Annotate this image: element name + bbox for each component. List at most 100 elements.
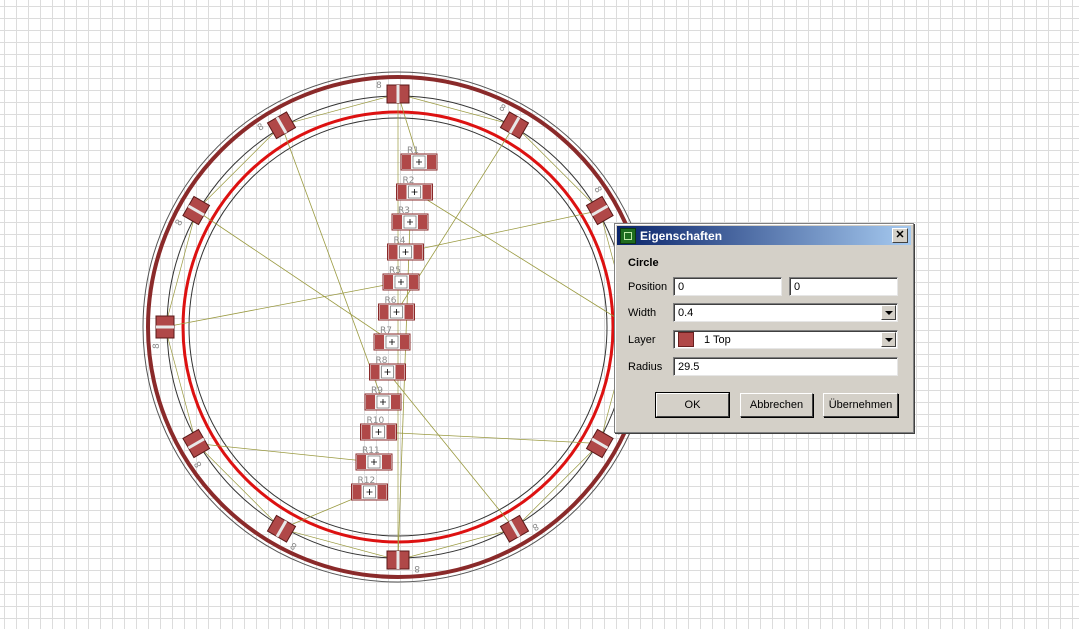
apply-button[interactable]: Übernehmen — [823, 393, 898, 417]
led-divider — [396, 551, 400, 569]
resistor-label: R7 — [380, 326, 392, 336]
resistor-pad-right — [404, 305, 414, 319]
resistor-r1: R1 — [400, 146, 438, 171]
resistor-pad-left — [375, 335, 384, 349]
resistor-label: R9 — [371, 386, 383, 396]
resistor-pad-left — [384, 275, 393, 289]
resistor-pad-left — [361, 425, 371, 439]
led-label: 8 — [289, 539, 299, 551]
ratsnest-line — [164, 281, 402, 328]
layer-label: Layer — [628, 334, 656, 346]
radius-label: Radius — [628, 361, 663, 373]
led-label: 8 — [591, 185, 603, 195]
pcb-icon — [620, 227, 636, 244]
resistor-pad-right — [413, 245, 423, 259]
resistor-pad-right — [418, 215, 427, 229]
resistor-label: R2 — [403, 176, 415, 186]
led-label: 8 — [497, 103, 507, 115]
resistor-label: R10 — [367, 416, 385, 426]
close-icon[interactable]: ✕ — [892, 228, 908, 243]
ok-button[interactable]: OK — [655, 392, 730, 418]
ratsnest-line — [195, 210, 393, 343]
ratsnest-line — [405, 210, 600, 253]
resistor-pad-left — [357, 455, 366, 469]
led-pad: 8 — [152, 315, 175, 349]
width-value: 0.4 — [678, 306, 694, 319]
chevron-down-icon[interactable] — [881, 305, 896, 320]
resistor-pad-left — [370, 365, 380, 379]
resistor-pad-right — [422, 185, 432, 199]
layer-value: 1 Top — [704, 333, 731, 346]
led-label: 8 — [414, 563, 420, 573]
resistor-r7: R7 — [373, 326, 411, 351]
led-label: 8 — [193, 459, 205, 469]
resistor-r5: R5 — [382, 266, 420, 291]
resistor-pad-right — [395, 365, 405, 379]
led-label: 8 — [152, 343, 162, 349]
chevron-down-icon[interactable] — [881, 332, 896, 347]
resistor-label: R4 — [394, 236, 406, 246]
led-divider — [156, 325, 174, 329]
resistor-pad-left — [402, 155, 411, 169]
width-label: Width — [628, 307, 657, 319]
resistor-label: R6 — [385, 296, 397, 306]
dialog-titlebar[interactable]: Eigenschaften ✕ — [617, 226, 911, 245]
position-y-input[interactable] — [789, 277, 898, 296]
led-pad: 8 — [182, 428, 211, 469]
led-pad: 8 — [256, 111, 297, 140]
resistor-r2: R2 — [396, 176, 433, 201]
led-label: 8 — [530, 520, 540, 532]
resistor-pad-left — [393, 215, 402, 229]
resistor-r11: R11 — [355, 446, 393, 471]
resistor-r8: R8 — [369, 356, 406, 381]
position-label: Position — [628, 281, 668, 293]
led-pad: 8 — [376, 81, 410, 104]
resistor-label: R1 — [407, 146, 419, 156]
resistor-pad-right — [377, 485, 387, 499]
resistor-r9: R9 — [364, 386, 402, 411]
resistor-pad-right — [391, 395, 400, 409]
resistor-r10: R10 — [360, 416, 397, 441]
led-label: 8 — [256, 122, 266, 134]
resistor-r4: R4 — [387, 236, 424, 261]
led-pad: 8 — [585, 185, 614, 226]
cancel-button[interactable]: Abbrechen — [740, 393, 813, 417]
resistor-r6: R6 — [378, 296, 415, 321]
width-select[interactable]: 0.4 — [673, 303, 898, 322]
properties-dialog[interactable]: Eigenschaften ✕ Circle Position Width 0.… — [614, 223, 914, 433]
ratsnest-line — [281, 125, 384, 403]
resistor-label: R12 — [358, 476, 376, 486]
ratsnest-line — [378, 431, 600, 444]
resistor-pad-left — [352, 485, 362, 499]
resistor-label: R5 — [389, 266, 401, 276]
dialog-title: Eigenschaften — [640, 228, 723, 243]
section-title: Circle — [628, 257, 659, 269]
resistor-pad-right — [409, 275, 418, 289]
led-pad: 8 — [386, 550, 420, 573]
ratsnest-line — [387, 371, 515, 530]
resistor-pad-left — [366, 395, 375, 409]
resistor-label: R11 — [362, 446, 380, 456]
ratsnest-line — [195, 443, 282, 530]
pcb-canvas[interactable]: 888888888888 R1R2R3R4R5R6R7R8R9R10R11R12 — [0, 0, 1079, 629]
layer-select[interactable]: 1 Top — [673, 330, 898, 349]
resistor-label: R8 — [376, 356, 388, 366]
ratsnest-line — [195, 124, 282, 211]
resistor-pad-right — [382, 455, 391, 469]
resistor-pad-right — [400, 335, 409, 349]
resistor-label: R3 — [398, 206, 410, 216]
resistor-pad-left — [379, 305, 389, 319]
radius-input[interactable] — [673, 357, 898, 376]
led-label: 8 — [376, 81, 382, 91]
led-label: 8 — [174, 218, 186, 228]
resistor-pad-right — [427, 155, 436, 169]
resistor-r3: R3 — [391, 206, 429, 231]
led-divider — [396, 85, 400, 103]
ratsnest-line — [514, 124, 601, 211]
led-pad: 8 — [499, 514, 540, 543]
resistor-r12: R12 — [351, 476, 388, 501]
resistor-pad-left — [388, 245, 398, 259]
position-x-input[interactable] — [673, 277, 782, 296]
layer-color-swatch — [678, 332, 694, 347]
resistor-pad-right — [386, 425, 396, 439]
